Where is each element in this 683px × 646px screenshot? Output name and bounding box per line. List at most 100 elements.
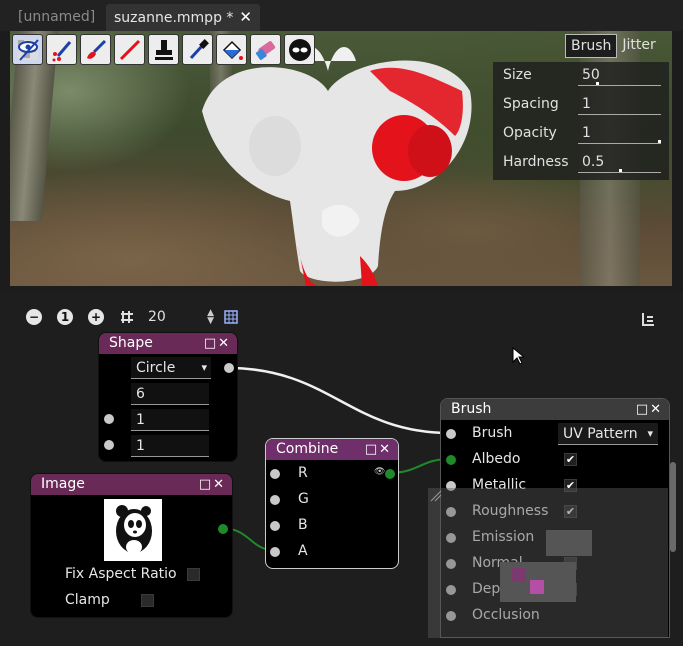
brush-paint-icon[interactable] (80, 34, 111, 65)
grid-size-input[interactable]: 20 ▲ ▼ (144, 306, 214, 328)
albedo-label: Albedo (472, 451, 521, 467)
zoom-reset-button[interactable]: 1 (57, 309, 73, 325)
hardness-row: Hardness 0.5 (493, 149, 669, 178)
minimap-node (512, 568, 526, 582)
input-port[interactable] (270, 469, 280, 479)
chevron-down-icon: ▾ (201, 361, 207, 374)
tab-brush[interactable]: Brush (565, 34, 618, 58)
clamp-label: Clamp (65, 592, 110, 608)
value2-field[interactable]: 1 (131, 435, 209, 457)
size-field[interactable]: 50 (578, 64, 661, 86)
input-port[interactable] (270, 521, 280, 531)
input-r-label: R (298, 465, 308, 481)
spacing-field[interactable]: 1 (578, 93, 661, 115)
resize-handle-icon[interactable] (430, 490, 442, 502)
minimap-node (546, 530, 592, 556)
size-label: Size (503, 67, 532, 83)
panda-logo (116, 505, 152, 554)
mask-icon[interactable] (284, 34, 315, 65)
line-tool-icon[interactable] (114, 34, 145, 65)
input-port[interactable] (270, 495, 280, 505)
tab-suzanne[interactable]: suzanne.mmpp * ✕ (106, 4, 260, 31)
eye-icon[interactable]: 👁 (374, 467, 385, 477)
fix-aspect-label: Fix Aspect Ratio (65, 566, 177, 582)
fill-bucket-icon[interactable] (216, 34, 247, 65)
snap-grid-icon[interactable] (222, 308, 240, 326)
tab-label: [unnamed] (18, 9, 96, 25)
spinner-icon[interactable]: ▲ ▼ (207, 309, 214, 326)
tab-label: suzanne.mmpp * (114, 10, 234, 26)
mode-select[interactable]: UV Pattern ▾ (558, 423, 658, 445)
eyedropper-icon[interactable] (182, 34, 213, 65)
size-row: Size 50 (493, 62, 669, 91)
stamp-icon[interactable] (148, 34, 179, 65)
input-port[interactable] (104, 440, 114, 450)
input-port[interactable] (270, 547, 280, 557)
shape-select-value: Circle (136, 360, 176, 376)
paint-toolbar (12, 34, 315, 65)
image-thumbnail (104, 499, 162, 561)
node-controls-icon[interactable]: □✕ (636, 399, 663, 420)
brush-dots-icon[interactable] (46, 34, 77, 65)
spacing-row: Spacing 1 (493, 91, 669, 120)
input-port[interactable] (104, 414, 114, 424)
opacity-label: Opacity (503, 125, 557, 141)
input-port[interactable] (446, 455, 456, 465)
vertical-scrollbar[interactable] (670, 462, 676, 552)
node-controls-icon[interactable]: □✕ (199, 474, 226, 495)
node-title: Image (41, 476, 85, 492)
tab-unnamed[interactable]: [unnamed] (10, 4, 103, 31)
brush-settings-panel: Size 50 Spacing 1 Opacity 1 Hardness 0.5 (493, 62, 669, 180)
close-icon[interactable]: ✕ (239, 8, 252, 26)
tab-bar: [unnamed] suzanne.mmpp * ✕ (0, 0, 683, 31)
output-port[interactable] (385, 469, 395, 479)
eraser-icon[interactable] (250, 34, 281, 65)
grid-icon (121, 311, 133, 323)
node-title: Brush (451, 401, 492, 417)
grid-size-value: 20 (148, 309, 166, 325)
output-port[interactable] (224, 363, 234, 373)
minimap-node (530, 580, 544, 594)
output-port[interactable] (218, 524, 228, 534)
brush-node-header[interactable]: Brush □✕ (441, 399, 669, 420)
combine-node-header[interactable]: Combine □✕ (266, 439, 398, 460)
3d-viewport[interactable]: Brush Jitter Size 50 Spacing 1 Opacity 1… (10, 31, 672, 286)
zoom-in-button[interactable]: + (88, 309, 104, 325)
shape-node-header[interactable]: Shape □✕ (99, 333, 237, 354)
spacing-label: Spacing (503, 96, 559, 112)
node-title: Shape (109, 335, 153, 351)
mode-select-value: UV Pattern (563, 426, 638, 442)
size-slider-knob[interactable] (596, 82, 599, 85)
hardness-label: Hardness (503, 154, 569, 170)
layout-icon[interactable] (641, 312, 655, 326)
graph-preview-overlay[interactable] (428, 488, 668, 638)
input-g-label: G (298, 491, 309, 507)
node-controls-icon[interactable]: □✕ (365, 439, 392, 460)
value1-field[interactable]: 1 (131, 409, 209, 431)
clamp-checkbox[interactable] (141, 594, 154, 607)
sides-field[interactable]: 6 (131, 383, 209, 405)
node-controls-icon[interactable]: □✕ (204, 333, 231, 354)
brush-input-label: Brush (472, 425, 513, 441)
node-graph[interactable]: − 1 + 20 ▲ ▼ Shape □✕ Circle ▾ 6 1 1 Ima… (0, 292, 683, 646)
brush-panel-tabs: Brush Jitter (565, 34, 661, 58)
eye-toggle-icon[interactable] (12, 34, 43, 65)
image-node-header[interactable]: Image □✕ (31, 474, 232, 495)
app-window: [unnamed] suzanne.mmpp * ✕ Brush Jitter … (0, 0, 683, 646)
input-a-label: A (298, 543, 308, 559)
combine-node[interactable]: Combine □✕ R 👁 G B A (265, 438, 399, 569)
image-node[interactable]: Image □✕ Fix Aspect Ratio Clamp (30, 473, 233, 618)
tab-jitter[interactable]: Jitter (617, 34, 660, 58)
fix-aspect-checkbox[interactable] (187, 568, 200, 581)
hardness-slider-knob[interactable] (619, 169, 622, 172)
node-title: Combine (276, 441, 339, 457)
opacity-field[interactable]: 1 (578, 122, 661, 144)
albedo-checkbox[interactable]: ✔ (564, 453, 577, 466)
chevron-down-icon: ▾ (647, 427, 653, 440)
shape-node[interactable]: Shape □✕ Circle ▾ 6 1 1 (98, 332, 238, 462)
graph-toolbar: − 1 + 20 ▲ ▼ (26, 306, 240, 328)
opacity-slider-knob[interactable] (658, 140, 661, 143)
input-port[interactable] (446, 429, 456, 439)
shape-select[interactable]: Circle ▾ (131, 357, 211, 379)
zoom-out-button[interactable]: − (26, 309, 42, 325)
